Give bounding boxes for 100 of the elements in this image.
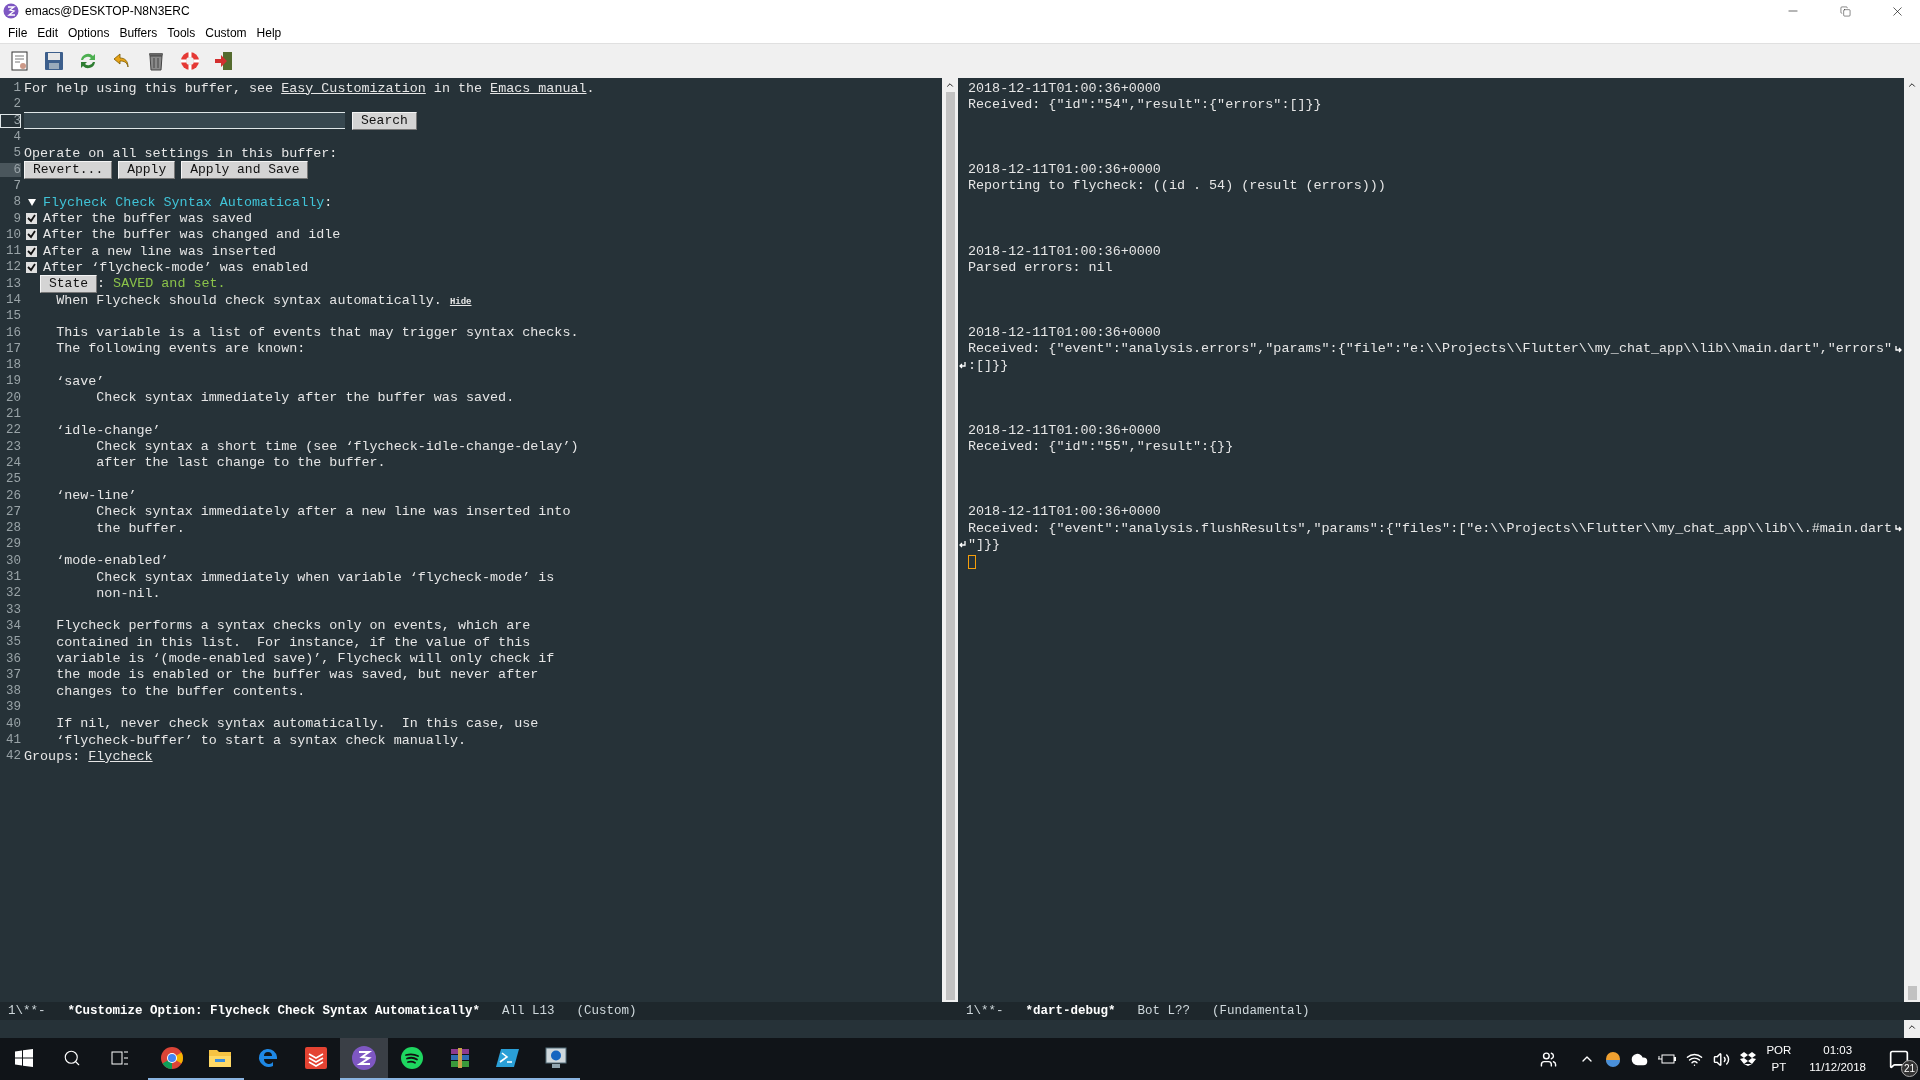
text-line: the mode is enabled or the buffer was saved, but never after <box>55 667 539 683</box>
text-line: ‘idle-change’ <box>55 422 161 438</box>
text-line: Check syntax immediately after a new line was inserted into <box>95 504 571 520</box>
line-number: 4 <box>12 130 21 145</box>
link[interactable]: Hide <box>449 296 472 307</box>
checkbox-label: After the buffer was changed and idle <box>43 227 341 243</box>
line-number: 42 <box>5 749 21 764</box>
language-indicator[interactable]: POR PT <box>1766 1042 1792 1076</box>
log-message: Reporting to flycheck: ((id . 54) (result (errors))) <box>968 178 1386 194</box>
text-line: variable is ‘(mode-enabled save)’, Flycheck will only check if <box>55 651 555 667</box>
line-number: 13 <box>5 276 21 291</box>
menu-item[interactable]: File <box>4 25 34 40</box>
checkbox[interactable] <box>26 245 37 257</box>
log-timestamp: 2018-12-11T01:00:36+0000 <box>968 80 1161 96</box>
line-number: 25 <box>5 472 21 487</box>
line-number: 8 <box>12 195 21 210</box>
text-line: Check syntax a short time (see ‘flycheck-idle-change-delay’) <box>95 439 579 455</box>
text-line: The following events are known: <box>55 341 306 357</box>
text-line: For help using this buffer, see Easy Customization in the Emacs manual. <box>24 80 595 96</box>
menu-item[interactable]: Tools <box>163 25 202 40</box>
battery-plug-icon[interactable] <box>1658 1052 1677 1066</box>
line-number: 37 <box>5 667 21 682</box>
line-number: 35 <box>5 635 21 650</box>
line-number: 10 <box>5 227 21 242</box>
line-number: 14 <box>5 293 21 307</box>
clock[interactable]: 01:03 11/12/2018 <box>1809 1042 1866 1076</box>
volume-icon[interactable] <box>1713 1050 1731 1068</box>
line-number: 24 <box>5 455 21 470</box>
scrollbar[interactable] <box>1904 1020 1920 1038</box>
down-triangle-icon[interactable] <box>27 198 37 207</box>
wrap-arrow-icon <box>959 361 966 370</box>
search-field[interactable] <box>24 112 345 130</box>
menu-item[interactable]: Edit <box>33 25 65 40</box>
box-icon[interactable] <box>1740 1052 1757 1066</box>
line-number: 6 <box>0 162 21 177</box>
menu-item[interactable]: Buffers <box>115 25 164 40</box>
colon-text: : <box>97 276 106 292</box>
text-line: This variable is a list of events that may trigger syntax checks. <box>55 325 579 341</box>
window-title: emacs@DESKTOP-N8N3ERC <box>25 4 191 18</box>
widget-button[interactable]: Apply <box>118 160 176 179</box>
line-number: 11 <box>5 244 21 259</box>
line-number: 30 <box>5 553 21 568</box>
checkbox-label: After the buffer was saved <box>43 211 252 226</box>
link[interactable]: Flycheck <box>88 748 153 764</box>
line-number: 1 <box>12 81 21 96</box>
line-number: 38 <box>5 684 21 699</box>
widget-button[interactable]: Apply and Save <box>181 160 309 179</box>
link[interactable]: Emacs manual <box>490 80 587 96</box>
text-line: non-nil. <box>95 585 161 601</box>
menu-item[interactable]: Help <box>252 25 288 40</box>
line-number: 15 <box>5 309 21 324</box>
exit-door-icon <box>213 50 235 72</box>
state-button[interactable]: State <box>40 274 97 293</box>
scrollbar[interactable] <box>1904 78 1920 1002</box>
log-message: Received: {"id":"54","result":{"errors":[]}} <box>968 96 1322 112</box>
mode-line-position: All L13 <box>502 1004 555 1018</box>
app-icon <box>3 3 19 19</box>
scroll-up-icon[interactable] <box>1907 1022 1917 1032</box>
log-timestamp: 2018-12-11T01:00:36+0000 <box>968 243 1161 259</box>
search-button[interactable]: Search <box>352 111 417 130</box>
checkbox[interactable] <box>26 213 37 224</box>
line-number: 22 <box>5 423 21 438</box>
scroll-up-icon[interactable] <box>1907 80 1917 90</box>
text-line: ‘mode-enabled’ <box>55 553 169 569</box>
line-number: 32 <box>5 586 21 601</box>
line-number: 40 <box>5 716 21 731</box>
checkbox[interactable] <box>26 261 37 273</box>
menu-item[interactable]: Options <box>64 25 116 40</box>
line-number: 36 <box>5 651 21 666</box>
link[interactable]: Easy Customization <box>281 80 426 96</box>
folder-icon <box>208 1047 232 1069</box>
text-line: after the last change to the buffer. <box>95 455 386 471</box>
taskbar-app[interactable] <box>340 1038 388 1080</box>
scrollbar[interactable] <box>942 78 958 1002</box>
line-number: 17 <box>5 341 21 356</box>
checkbox-label: After ‘flycheck-mode’ was enabled <box>43 259 309 275</box>
monitor-icon <box>544 1046 568 1070</box>
scrollbar-thumb[interactable] <box>945 92 955 1000</box>
text-line: the buffer. <box>95 520 185 536</box>
buffer-name: *dart-debug* <box>1025 1004 1116 1018</box>
line-number: 3 <box>0 113 21 128</box>
line-number: 27 <box>5 504 21 519</box>
document-icon <box>9 50 31 72</box>
people-icon[interactable] <box>1540 1050 1558 1068</box>
search-icon <box>63 1049 81 1067</box>
log-message: Received: {"event":"analysis.errors","params":{"file":"e:\\Projects\\Flutter\\my_chat_app\\lib\\main.dart","errors" <box>968 341 1893 357</box>
scroll-up-icon[interactable] <box>945 80 955 90</box>
menu-item[interactable]: Custom <box>201 25 253 40</box>
major-mode: (Fundamental) <box>1212 1004 1310 1018</box>
widget-button[interactable]: Revert... <box>24 160 113 179</box>
task-list-icon <box>304 1046 328 1070</box>
line-number: 26 <box>5 488 21 503</box>
text-line: ‘save’ <box>55 374 105 389</box>
log-timestamp: 2018-12-11T01:00:36+0000 <box>968 422 1161 438</box>
wrap-arrow-icon <box>1895 344 1902 353</box>
scrollbar-thumb[interactable] <box>1907 986 1917 1000</box>
checkbox[interactable] <box>26 229 37 241</box>
option-title: Flycheck Check Syntax Automatically <box>43 194 325 210</box>
wrap-arrow-icon <box>959 540 966 549</box>
circle-app-icon[interactable] <box>1605 1051 1622 1067</box>
